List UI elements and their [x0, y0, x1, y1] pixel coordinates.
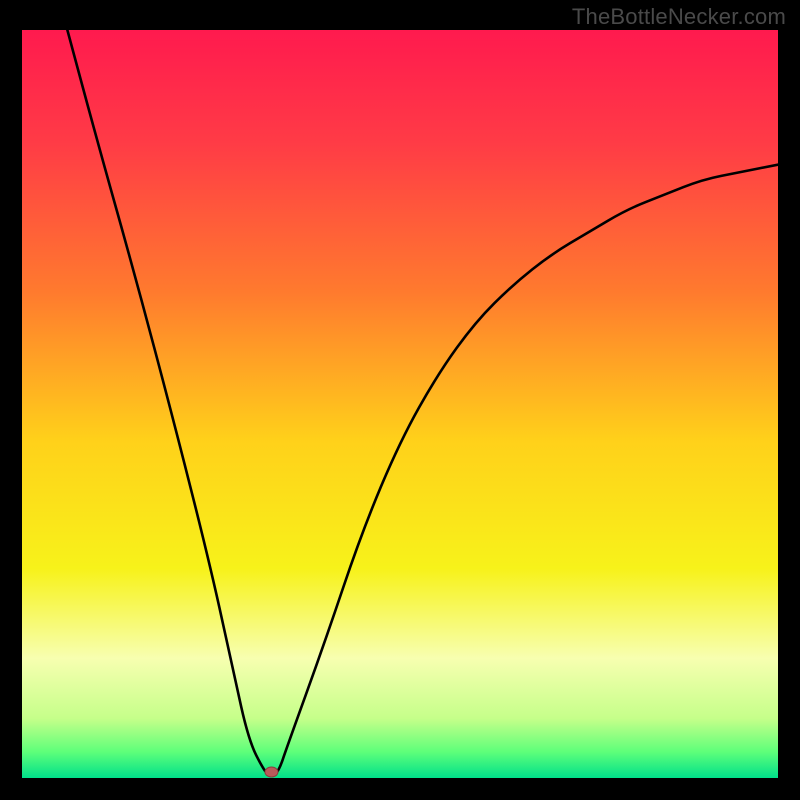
plot-area — [22, 30, 778, 778]
gradient-background — [22, 30, 778, 778]
bottleneck-chart — [22, 30, 778, 778]
optimal-point-marker — [265, 767, 278, 777]
attribution-text: TheBottleNecker.com — [572, 4, 786, 30]
chart-frame: TheBottleNecker.com — [0, 0, 800, 800]
